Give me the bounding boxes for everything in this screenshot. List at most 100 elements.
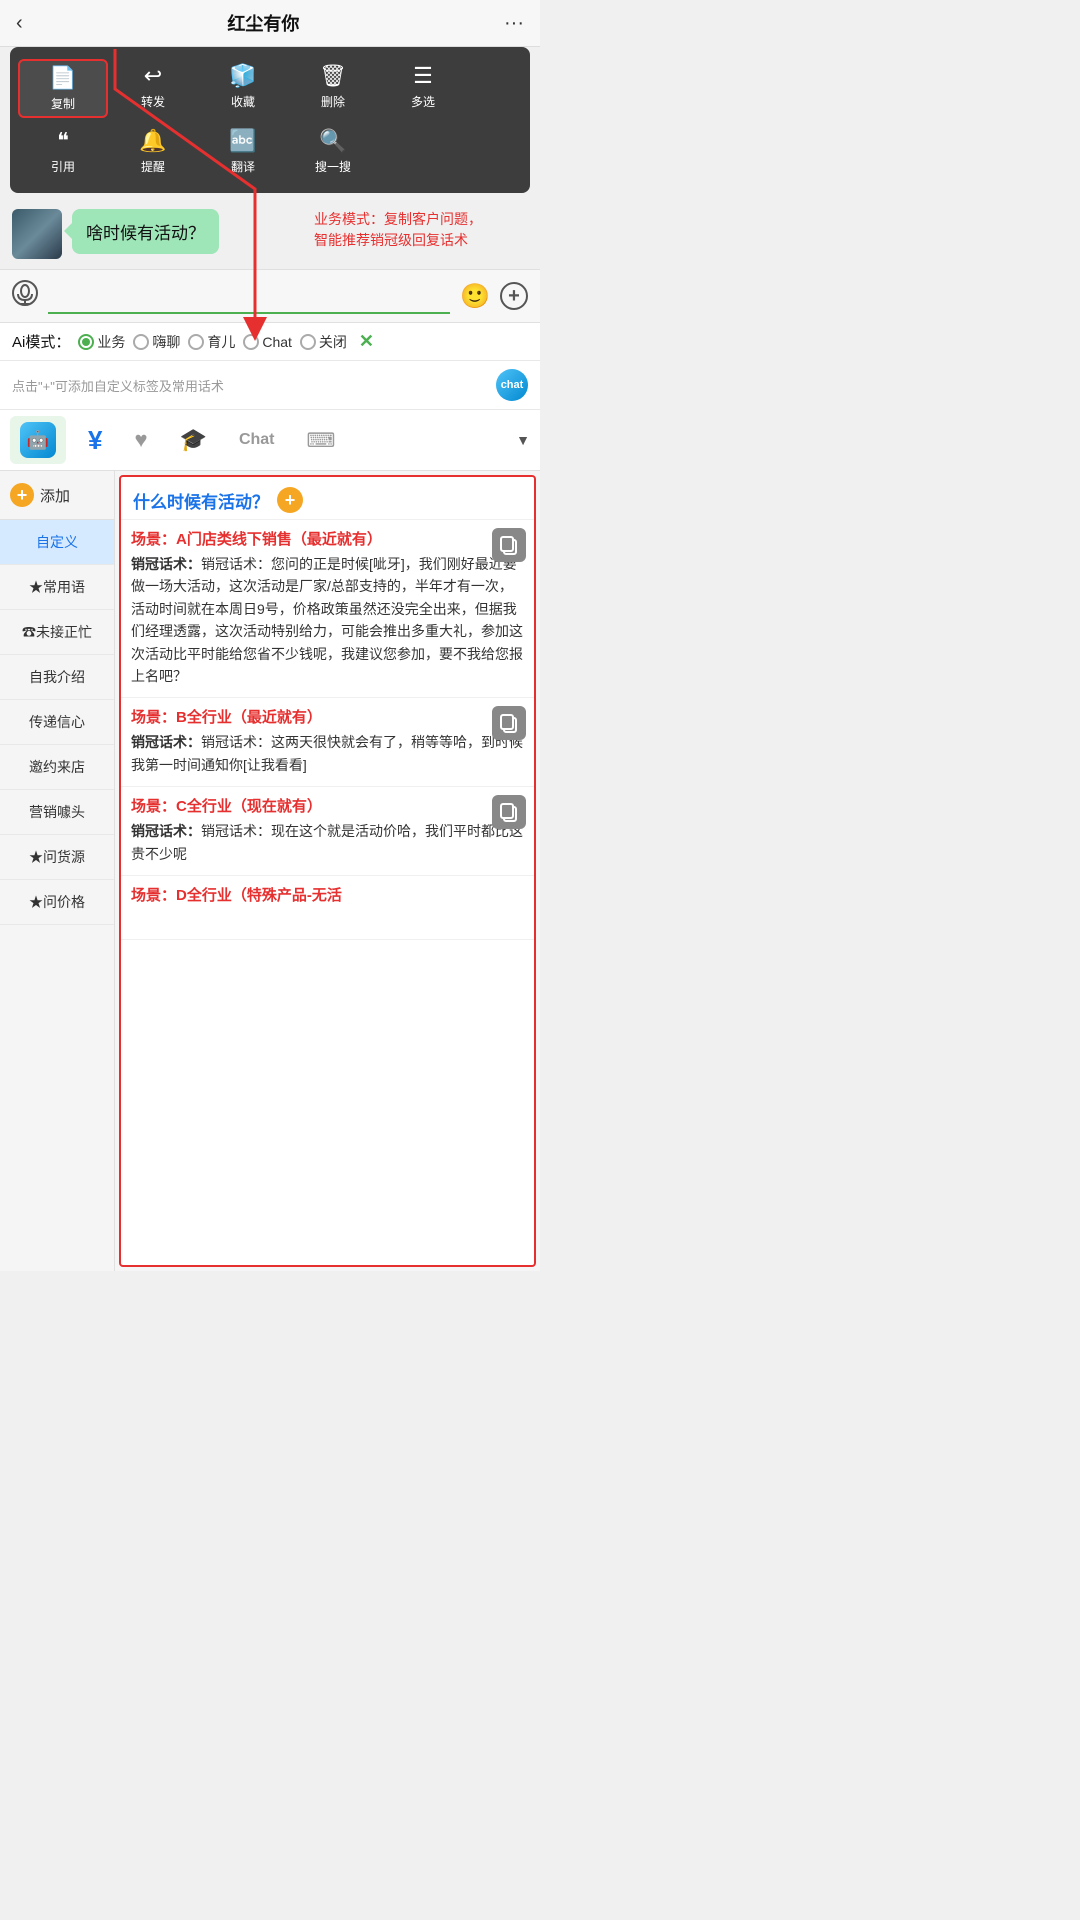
forward-icon: ↩ (144, 63, 162, 89)
add-icon: + (10, 483, 34, 507)
voice-button[interactable] (12, 280, 38, 312)
radio-close[interactable]: 关闭 (300, 332, 347, 352)
radio-chat[interactable]: Chat (243, 334, 292, 350)
favorite-label: 收藏 (231, 93, 255, 110)
radio-business[interactable]: 业务 (78, 332, 125, 352)
sidebar-item-custom[interactable]: 自定义 (0, 520, 114, 565)
page-title: 红尘有你 (227, 10, 299, 36)
multiselect-icon: ☰ (413, 63, 433, 89)
translate-label: 翻译 (231, 158, 255, 175)
more-icon[interactable]: ··· (504, 12, 524, 35)
radio-dot-business (78, 334, 94, 350)
remind-icon: 🔔 (139, 128, 166, 154)
sidebar-item-marketing[interactable]: 营销噱头 (0, 790, 114, 835)
copy-scenario-b-icon (499, 713, 519, 733)
radio-dot-close (300, 334, 316, 350)
scenario-d: 场景：D全行业（特殊产品-无活 (121, 876, 534, 940)
radio-parenting-label: 育儿 (207, 332, 235, 352)
context-menu-translate[interactable]: 🔤 翻译 (198, 124, 288, 179)
tab-robot[interactable]: 🤖 (10, 416, 66, 464)
context-menu-row2: ❝ 引用 🔔 提醒 🔤 翻译 🔍 搜一搜 (18, 124, 522, 179)
sidebar-item-busy-label: ☎未接正忙 (22, 624, 92, 640)
tab-expand-arrow[interactable]: ▼ (516, 432, 530, 448)
favorite-icon: 🧊 (229, 63, 256, 89)
plus-button[interactable]: + (500, 282, 528, 310)
context-menu-remind[interactable]: 🔔 提醒 (108, 124, 198, 179)
context-menu-delete[interactable]: 🗑 删除 (288, 59, 378, 118)
radio-haichat[interactable]: 嗨聊 (133, 332, 180, 352)
scenario-b-text: 销冠话术：销冠话术：这两天很快就会有了，稍等等哈，到时候我第一时间通知你[让我看… (131, 731, 524, 776)
sidebar-item-custom-label: 自定义 (36, 534, 78, 550)
search-icon: 🔍 (319, 128, 346, 154)
sidebar-item-confidence-label: 传递信心 (29, 714, 85, 730)
content-panel: 什么时候有活动？ + 场景：A门店类线下销售（最近就有） 销冠话术：销冠话术：您… (119, 475, 536, 1267)
sidebar-add-button[interactable]: + 添加 (0, 471, 114, 520)
sidebar-item-invite[interactable]: 邀约来店 (0, 745, 114, 790)
context-menu-search[interactable]: 🔍 搜一搜 (288, 124, 378, 179)
input-area: 🙂 + (0, 269, 540, 323)
scenario-a-copy-button[interactable] (492, 528, 526, 562)
content-add-button[interactable]: + (277, 487, 303, 513)
sidebar-item-common[interactable]: ★常用语 (0, 565, 114, 610)
tab-money[interactable]: ¥ (78, 419, 112, 462)
emoji-button[interactable]: 🙂 (460, 282, 490, 311)
scenario-a: 场景：A门店类线下销售（最近就有） 销冠话术：销冠话术：您问的正是时候[呲牙]，… (121, 520, 534, 698)
sidebar-item-source[interactable]: ★问货源 (0, 835, 114, 880)
radio-parenting[interactable]: 育儿 (188, 332, 235, 352)
scenario-c: 场景：C全行业（现在就有） 销冠话术：销冠话术：现在这个就是活动价哈，我们平时都… (121, 787, 534, 876)
context-menu-copy[interactable]: 📄 复制 (18, 59, 108, 118)
translate-icon: 🔤 (229, 128, 256, 154)
back-icon[interactable]: ‹ (16, 12, 23, 35)
context-menu-forward[interactable]: ↩ 转发 (108, 59, 198, 118)
tab-hat[interactable]: 🎓 (170, 421, 217, 459)
chat-bubble: 啥时候有活动？ (72, 209, 219, 254)
chat-area: 啥时候有活动？ (12, 209, 528, 259)
context-menu-favorite[interactable]: 🧊 收藏 (198, 59, 288, 118)
context-menu-quote[interactable]: ❝ 引用 (18, 124, 108, 179)
hint-bar: 点击"+"可添加自定义标签及常用话术 chat (0, 361, 540, 410)
scenario-b: 场景：B全行业（最近就有） 销冠话术：销冠话术：这两天很快就会有了，稍等等哈，到… (121, 698, 534, 787)
chat-message-text: 啥时候有活动？ (86, 224, 205, 243)
main-content: + 添加 自定义 ★常用语 ☎未接正忙 自我介绍 传递信心 邀约来店 营销噱头 … (0, 471, 540, 1271)
message-input[interactable] (48, 278, 450, 314)
tab-chat-text[interactable]: Chat (229, 425, 285, 455)
scenario-c-label: 场景：C全行业（现在就有） (131, 795, 524, 816)
scenario-a-bold: 销冠话术： (131, 556, 201, 572)
sidebar-item-invite-label: 邀约来店 (29, 759, 85, 775)
sidebar-item-price[interactable]: ★问价格 (0, 880, 114, 925)
sidebar-item-intro-label: 自我介绍 (29, 669, 85, 685)
tab-keyboard[interactable]: ⌨ (297, 422, 346, 459)
tab-heart[interactable]: ♥ (124, 421, 157, 459)
search-label: 搜一搜 (315, 158, 351, 175)
forward-label: 转发 (141, 93, 165, 110)
quote-icon: ❝ (57, 128, 69, 154)
scenario-c-copy-button[interactable] (492, 795, 526, 829)
hint-text: 点击"+"可添加自定义标签及常用话术 (12, 376, 224, 395)
content-question-title: 什么时候有活动？ (133, 488, 269, 513)
ai-mode-label: Ai模式： (12, 331, 70, 352)
radio-dot-parenting (188, 334, 204, 350)
radio-business-label: 业务 (97, 332, 125, 352)
radio-dot-chat (243, 334, 259, 350)
scenario-a-label: 场景：A门店类线下销售（最近就有） (131, 528, 524, 549)
delete-icon: 🗑 (319, 63, 347, 89)
scenario-c-bold: 销冠话术： (131, 823, 201, 839)
copy-scenario-c-icon (499, 802, 519, 822)
context-menu-multiselect[interactable]: ☰ 多选 (378, 59, 468, 118)
delete-label: 删除 (321, 93, 345, 110)
radio-chat-label: Chat (262, 334, 292, 350)
sidebar-item-marketing-label: 营销噱头 (29, 804, 85, 820)
radio-haichat-label: 嗨聊 (152, 332, 180, 352)
context-menu: 📄 复制 ↩ 转发 🧊 收藏 🗑 删除 ☰ 多选 ❝ 引用 🔔 提醒 � (10, 47, 530, 193)
hint-chat-icon[interactable]: chat (496, 369, 528, 401)
robot-icon: 🤖 (20, 422, 56, 458)
sidebar-item-common-label: ★常用语 (29, 579, 85, 595)
sidebar-item-busy[interactable]: ☎未接正忙 (0, 610, 114, 655)
scenario-b-copy-button[interactable] (492, 706, 526, 740)
remind-label: 提醒 (141, 158, 165, 175)
copy-label: 复制 (51, 95, 75, 112)
scenario-b-bold: 销冠话术： (131, 734, 201, 750)
sidebar-item-confidence[interactable]: 传递信心 (0, 700, 114, 745)
sidebar-item-intro[interactable]: 自我介绍 (0, 655, 114, 700)
close-button[interactable]: ✕ (359, 331, 374, 352)
